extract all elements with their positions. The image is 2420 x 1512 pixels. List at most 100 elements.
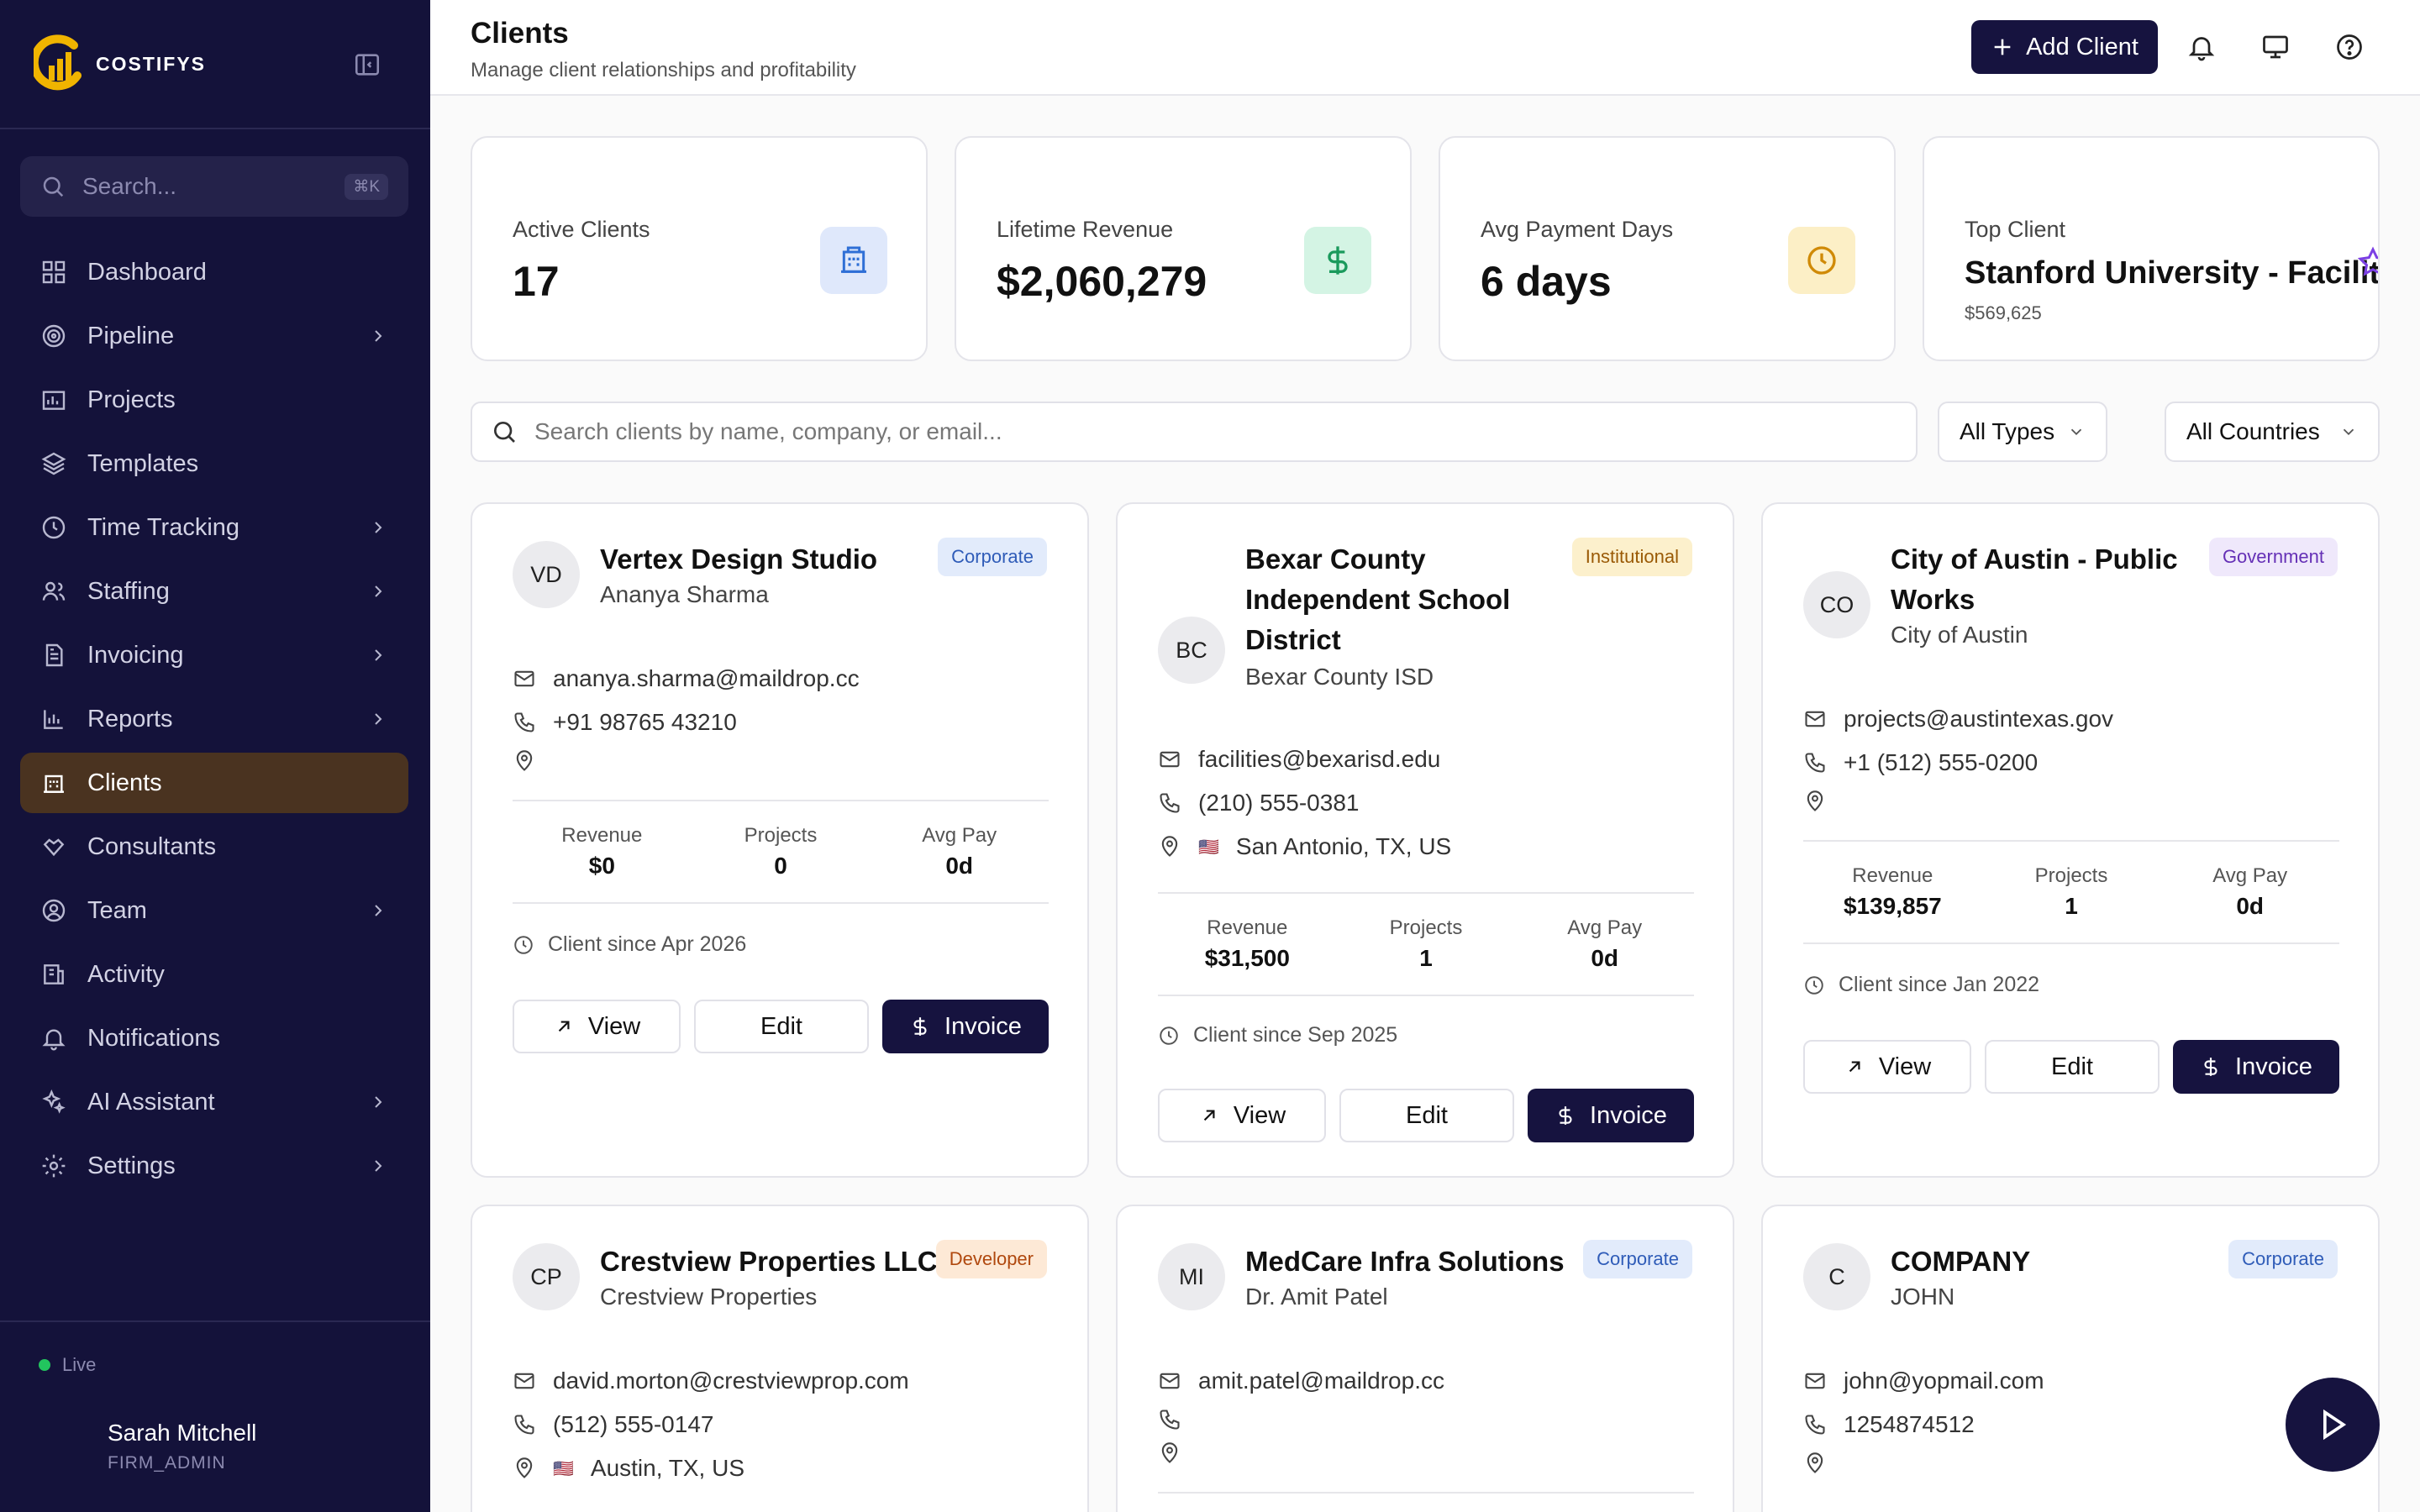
type-filter-select[interactable]: All Types <box>1938 402 2107 462</box>
sidebar-search[interactable]: Search... ⌘K <box>20 156 408 217</box>
client-email[interactable]: david.morton@crestviewprop.com <box>553 1368 909 1394</box>
sidebar-item-time-tracking[interactable]: Time Tracking <box>20 497 408 558</box>
metric-revenue: Revenue $0 <box>513 801 692 902</box>
client-card[interactable]: VD Vertex Design Studio Ananya Sharma Co… <box>471 502 1089 1178</box>
client-card[interactable]: CP Crestview Properties LLC Crestview Pr… <box>471 1205 1089 1512</box>
location-row: 🇺🇸 Austin, TX, US <box>513 1455 744 1482</box>
sidebar-item-invoicing[interactable]: Invoicing <box>20 625 408 685</box>
edit-button[interactable]: Edit <box>694 1000 869 1053</box>
sidebar-item-clients[interactable]: Clients <box>20 753 408 813</box>
metric-label: Avg Pay <box>2212 864 2288 887</box>
chevron-right-icon[interactable] <box>368 1156 388 1176</box>
edit-label: Edit <box>760 1012 802 1040</box>
invoice-button[interactable]: Invoice <box>882 1000 1049 1053</box>
client-search-input[interactable]: Search clients by name, company, or emai… <box>471 402 1918 462</box>
chevron-right-icon[interactable] <box>368 709 388 729</box>
metric-revenue: Revenue $139,857 <box>1803 842 1982 942</box>
collapse-sidebar-icon[interactable] <box>353 50 381 79</box>
phone-icon <box>514 712 534 732</box>
sidebar-item-reports[interactable]: Reports <box>20 689 408 749</box>
building-icon <box>820 227 887 294</box>
client-card[interactable]: BC Bexar County Independent School Distr… <box>1116 502 1734 1178</box>
view-button[interactable]: View <box>1803 1040 1971 1094</box>
clock-icon <box>514 935 533 954</box>
bell-icon <box>42 1029 66 1051</box>
play-fab-button[interactable] <box>2286 1378 2380 1472</box>
stat-lifetime-revenue: Lifetime Revenue $2,060,279 <box>955 136 1412 361</box>
client-phone[interactable]: +91 98765 43210 <box>553 709 737 736</box>
sidebar-item-pipeline[interactable]: Pipeline <box>20 306 408 366</box>
chevron-right-icon[interactable] <box>368 1092 388 1112</box>
client-name[interactable]: Crestview Properties LLC <box>600 1242 953 1282</box>
view-button[interactable]: View <box>513 1000 681 1053</box>
metric-value: 0d <box>2236 893 2265 919</box>
mail-icon <box>1160 1373 1180 1389</box>
invoice-button[interactable]: Invoice <box>1528 1089 1694 1142</box>
view-label: View <box>587 1012 641 1040</box>
flag-icon: 🇺🇸 <box>1198 837 1219 857</box>
sidebar-item-projects[interactable]: Projects <box>20 370 408 430</box>
client-phone[interactable]: (512) 555-0147 <box>553 1411 713 1438</box>
edit-button[interactable]: Edit <box>1339 1089 1514 1142</box>
client-card[interactable]: C COMPANY JOHN Corporate john@yopmail.co… <box>1761 1205 2380 1512</box>
chevron-right-icon[interactable] <box>368 517 388 538</box>
client-name[interactable]: City of Austin - Public Works <box>1891 539 2193 620</box>
sidebar-item-staffing[interactable]: Staffing <box>20 561 408 622</box>
bell-icon[interactable] <box>2186 32 2217 62</box>
client-card[interactable]: CO City of Austin - Public Works City of… <box>1761 502 2380 1178</box>
sidebar-item-dashboard[interactable]: Dashboard <box>20 242 408 302</box>
monitor-icon[interactable] <box>2260 32 2291 62</box>
map-pin-icon <box>516 1457 533 1478</box>
metric-avg-pay: Avg Pay 0d <box>2160 842 2339 942</box>
client-phone[interactable]: (210) 555-0381 <box>1198 790 1359 816</box>
chevron-right-icon[interactable] <box>368 900 388 921</box>
sidebar-item-notifications[interactable]: Notifications <box>20 1008 408 1068</box>
client-email[interactable]: ananya.sharma@maildrop.cc <box>553 665 860 692</box>
user-name[interactable]: Sarah Mitchell <box>108 1420 256 1446</box>
help-icon[interactable] <box>2334 32 2365 62</box>
dollar-icon <box>1304 227 1371 294</box>
client-card[interactable]: MI MedCare Infra Solutions Dr. Amit Pate… <box>1116 1205 1734 1512</box>
invoice-label: Invoice <box>1590 1101 1667 1129</box>
location-row <box>1803 790 1827 813</box>
metric-value: $0 <box>588 853 615 879</box>
edit-button[interactable]: Edit <box>1985 1040 2160 1094</box>
sidebar-item-team[interactable]: Team <box>20 880 408 941</box>
sidebar-item-templates[interactable]: Templates <box>20 433 408 494</box>
sidebar-item-consultants[interactable]: Consultants <box>20 816 408 877</box>
client-name[interactable]: MedCare Infra Solutions <box>1245 1242 1581 1282</box>
view-button[interactable]: View <box>1158 1089 1326 1142</box>
invoice-button[interactable]: Invoice <box>2173 1040 2339 1094</box>
chevron-right-icon[interactable] <box>368 645 388 665</box>
client-name[interactable]: Bexar County Independent School District <box>1245 539 1523 660</box>
client-email[interactable]: john@yopmail.com <box>1844 1368 2044 1394</box>
client-email[interactable]: facilities@bexarisd.edu <box>1198 746 1440 773</box>
client-phone[interactable]: +1 (512) 555-0200 <box>1844 749 2038 776</box>
sidebar-item-ai-assistant[interactable]: AI Assistant <box>20 1072 408 1132</box>
chevron-right-icon[interactable] <box>368 581 388 601</box>
client-name[interactable]: COMPANY <box>1891 1242 2227 1282</box>
sidebar-item-settings[interactable]: Settings <box>20 1136 408 1196</box>
client-email[interactable]: projects@austintexas.gov <box>1844 706 2113 732</box>
sidebar-nav: Dashboard Pipeline Projects Templates Time T… <box>20 242 408 1200</box>
mail-icon <box>1160 751 1180 768</box>
chevron-right-icon[interactable] <box>368 326 388 346</box>
sidebar-item-activity[interactable]: Activity <box>20 944 408 1005</box>
client-phone[interactable]: 1254874512 <box>1844 1411 1975 1438</box>
client-name[interactable]: Vertex Design Studio <box>600 539 919 580</box>
metric-label: Projects <box>1389 916 1463 939</box>
brand[interactable]: COSTIFYS <box>34 34 206 94</box>
metric-value: 1 <box>1419 945 1433 971</box>
email-row: john@yopmail.com <box>1803 1368 2044 1394</box>
search-icon <box>43 176 64 197</box>
sidebar-item-label: Pipeline <box>87 322 175 349</box>
email-row: amit.patel@maildrop.cc <box>1158 1368 1444 1394</box>
projects-icon <box>42 391 66 410</box>
clients-icon <box>44 774 64 793</box>
metric-value: 1 <box>2065 893 2078 919</box>
client-email[interactable]: amit.patel@maildrop.cc <box>1198 1368 1444 1394</box>
country-filter-select[interactable]: All Countries <box>2165 402 2380 462</box>
edit-label: Edit <box>2051 1053 2093 1080</box>
metric-projects: Projects 0 <box>692 801 871 902</box>
add-client-button[interactable]: Add Client <box>1971 20 2158 74</box>
